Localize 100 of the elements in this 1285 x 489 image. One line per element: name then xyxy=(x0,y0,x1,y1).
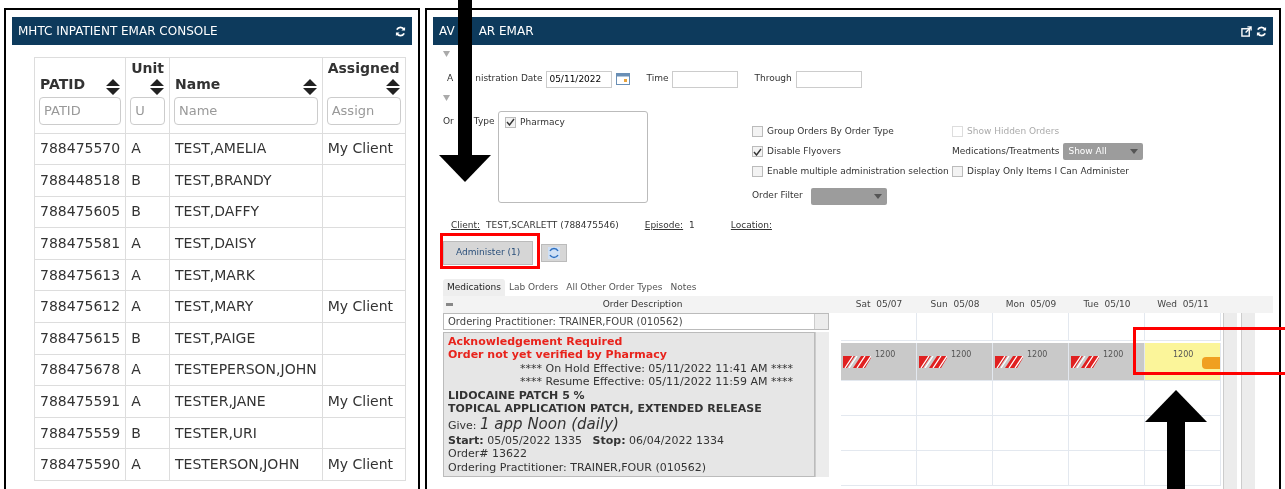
sort-icon[interactable] xyxy=(385,79,400,95)
location-label: Location: xyxy=(730,218,772,232)
sort-icon[interactable] xyxy=(150,79,164,95)
missed-dose-icon[interactable] xyxy=(919,356,947,368)
dose-cell[interactable]: 1200 xyxy=(917,343,993,381)
tab[interactable]: All Other Order Types xyxy=(562,278,667,296)
column-header: Sat 05/07 xyxy=(854,297,904,311)
missed-dose-icon[interactable] xyxy=(1071,356,1099,368)
caret-icon xyxy=(873,193,882,199)
collapse-icon[interactable] xyxy=(443,95,450,101)
client-name: TEST,SCARLETT (788475546) xyxy=(486,218,619,232)
checkbox[interactable] xyxy=(952,166,963,178)
dose-marker[interactable] xyxy=(1202,357,1220,369)
sort-icon[interactable] xyxy=(106,79,121,95)
order-line: Ordering Practitioner: TRAINER,FOUR (010562) xyxy=(448,460,707,474)
table-cell: TEST,DAISY xyxy=(175,235,256,252)
field-label: Medications/Treatments xyxy=(952,144,1060,158)
scrollbar[interactable] xyxy=(1223,313,1237,489)
table-cell: 788475613 xyxy=(40,266,121,283)
table-cell: 788475559 xyxy=(40,424,121,441)
table-cell: B xyxy=(131,203,141,220)
field-label: Through xyxy=(754,72,792,86)
filter-field[interactable]: PATID xyxy=(39,97,122,125)
table-cell: TEST,PAIGE xyxy=(175,329,256,346)
checkbox[interactable] xyxy=(752,146,763,157)
field-label: Or xyxy=(443,114,454,128)
missed-dose-icon[interactable] xyxy=(995,356,1023,368)
table-cell: TEST,AMELIA xyxy=(175,140,267,157)
table-cell: TEST,DAFFY xyxy=(175,203,260,220)
dose-cell[interactable]: 1200 xyxy=(841,343,917,381)
tab[interactable]: Notes xyxy=(666,278,701,296)
column-header: Assigned xyxy=(327,59,400,78)
refresh-icon[interactable] xyxy=(395,25,406,37)
tab[interactable]: Lab Orders xyxy=(504,278,563,296)
table-cell: My Client xyxy=(327,456,394,473)
table-cell: A xyxy=(131,266,141,283)
table-cell: 788475570 xyxy=(40,140,121,157)
arrow-icon xyxy=(1145,390,1207,489)
filter-field[interactable]: U xyxy=(130,97,165,125)
field-label: Type xyxy=(473,114,495,128)
calendar-icon[interactable] xyxy=(616,73,631,85)
sort-icon[interactable] xyxy=(302,79,317,95)
panel-title: AR EMAR xyxy=(478,23,534,40)
collapse-icon[interactable] xyxy=(443,50,450,57)
column-header: Sun 05/08 xyxy=(929,297,981,311)
table-cell: 788475615 xyxy=(40,329,121,346)
table-cell: TEST,BRANDY xyxy=(175,171,272,188)
scrollbar[interactable] xyxy=(814,314,828,329)
panel-title: AV xyxy=(439,23,455,40)
table-cell: 788475678 xyxy=(40,361,121,378)
table-cell: My Client xyxy=(327,140,394,157)
dose-cell[interactable]: 1200 xyxy=(1145,343,1221,381)
field-label: nistration Date xyxy=(475,72,543,86)
refresh-icon xyxy=(548,246,561,259)
column-header: Tue 05/10 xyxy=(1082,297,1132,311)
time-field[interactable] xyxy=(795,70,862,88)
table-cell: A xyxy=(131,235,141,252)
field-label: Time xyxy=(646,72,669,86)
order-line: Order# 13622 xyxy=(448,447,528,461)
table-cell: My Client xyxy=(327,298,394,315)
table-cell: 788475591 xyxy=(40,393,121,410)
date-field[interactable]: 05/11/2022 xyxy=(546,70,613,88)
scrollbar[interactable] xyxy=(815,332,829,477)
administer-button[interactable]: Administer (1) xyxy=(443,241,534,265)
table-cell: My Client xyxy=(327,393,394,410)
dose-cell[interactable]: 1200 xyxy=(993,343,1069,381)
table-cell: TEST,MARK xyxy=(175,266,255,283)
scrollbar[interactable] xyxy=(1241,313,1255,489)
checkbox[interactable] xyxy=(505,116,516,128)
episode-label: Episode: xyxy=(644,218,684,232)
time-field[interactable] xyxy=(672,70,739,88)
order-card[interactable] xyxy=(443,332,815,477)
episode-number: 1 xyxy=(689,218,695,232)
order-type-list[interactable]: Pharmacy xyxy=(498,110,648,203)
table-cell: 788475581 xyxy=(40,235,121,252)
dropdown[interactable] xyxy=(810,187,887,205)
filter-field[interactable]: Name xyxy=(174,97,318,125)
table-cell: A xyxy=(131,298,141,315)
filter-field[interactable]: Assign xyxy=(326,97,401,125)
refresh-icon[interactable] xyxy=(1256,25,1267,37)
field-label: A xyxy=(447,72,454,86)
dose-cell[interactable]: 1200 xyxy=(1069,343,1145,381)
checkbox[interactable] xyxy=(752,125,763,137)
missed-dose-icon[interactable] xyxy=(843,356,871,368)
external-link-icon[interactable] xyxy=(1241,25,1252,37)
column-header: Name xyxy=(175,75,221,94)
table-cell: TESTER,JANE xyxy=(175,393,266,410)
checkbox-label: Display Only Items I Can Administer xyxy=(967,165,1130,178)
table-cell: A xyxy=(131,361,141,378)
table-cell: B xyxy=(131,329,141,346)
checkbox[interactable] xyxy=(752,166,763,178)
checkbox-label: Pharmacy xyxy=(520,115,565,129)
column-header: Mon 05/09 xyxy=(1004,297,1058,311)
column-header: Unit xyxy=(131,59,164,78)
refresh-button[interactable] xyxy=(541,243,568,262)
tab[interactable]: Medications xyxy=(443,278,505,296)
dose-time: 1200 xyxy=(875,349,896,361)
checkbox-label: Group Orders By Order Type xyxy=(767,124,894,138)
column-header: Order Description xyxy=(601,297,684,311)
table-cell: 788475605 xyxy=(40,203,121,220)
